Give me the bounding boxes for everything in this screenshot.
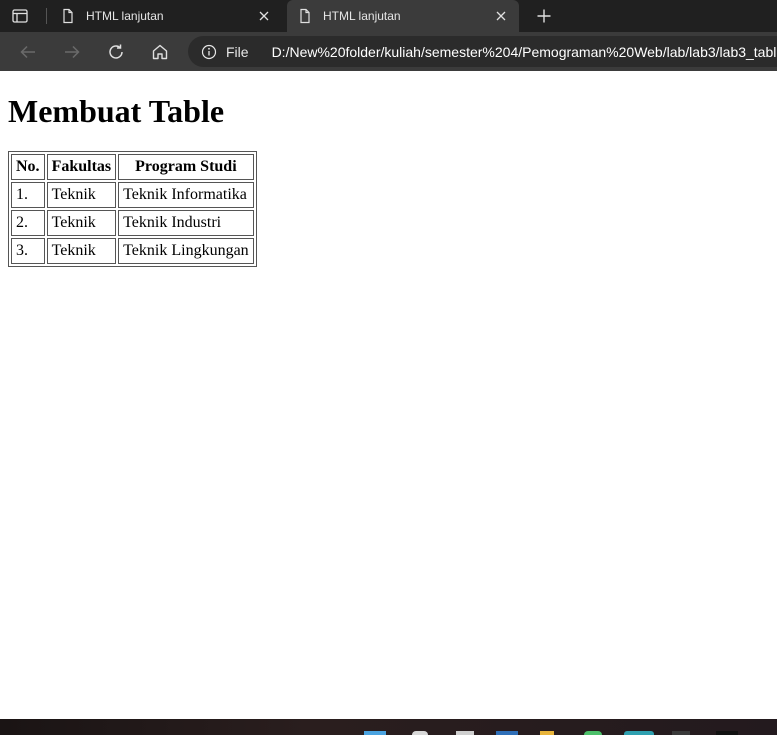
tab-bar: HTML lanjutan HTML lanjutan: [0, 0, 777, 32]
app-icon[interactable]: [716, 731, 738, 735]
table-cell: 3.: [11, 238, 45, 264]
new-tab-icon[interactable]: [534, 6, 554, 26]
table-cell: Teknik: [46, 210, 117, 236]
home-icon[interactable]: [149, 41, 171, 63]
tab-html-lanjutan-1[interactable]: HTML lanjutan: [50, 0, 282, 32]
table-header-cell: No.: [11, 154, 45, 180]
close-icon[interactable]: [256, 8, 272, 24]
back-icon[interactable]: [17, 41, 39, 63]
tab-html-lanjutan-2[interactable]: HTML lanjutan: [287, 0, 519, 32]
tab-title: HTML lanjutan: [323, 9, 401, 23]
table-header-cell: Program Studi: [118, 154, 254, 180]
refresh-icon[interactable]: [105, 41, 127, 63]
close-icon[interactable]: [493, 8, 509, 24]
tab-divider: [46, 8, 47, 24]
info-icon[interactable]: [201, 44, 217, 60]
forward-icon[interactable]: [61, 41, 83, 63]
table-header-cell: Fakultas: [46, 154, 117, 180]
browser-app-icon[interactable]: [584, 731, 602, 735]
table-row: 2. Teknik Teknik Industri: [11, 210, 254, 236]
table-cell: Teknik: [46, 182, 117, 208]
table-cell: Teknik Lingkungan: [118, 238, 254, 264]
edge-icon[interactable]: [624, 731, 654, 735]
task-view-icon[interactable]: [456, 731, 474, 735]
app-icon[interactable]: [672, 731, 690, 735]
page-icon: [60, 8, 76, 24]
page-content: Membuat Table No. Fakultas Program Studi…: [0, 71, 777, 719]
table-cell: Teknik: [46, 238, 117, 264]
browser-window: HTML lanjutan HTML lanjutan File D:/New%…: [0, 0, 777, 735]
table-cell: Teknik Industri: [118, 210, 254, 236]
search-icon[interactable]: [412, 731, 428, 735]
table-cell: Teknik Informatika: [118, 182, 254, 208]
table-row: 3. Teknik Teknik Lingkungan: [11, 238, 254, 264]
tab-title: HTML lanjutan: [86, 9, 164, 23]
page-icon: [297, 8, 313, 24]
file-explorer-icon[interactable]: [540, 731, 554, 735]
table-row: 1. Teknik Teknik Informatika: [11, 182, 254, 208]
app-icon[interactable]: [496, 731, 518, 735]
url-text[interactable]: D:/New%20folder/kuliah/semester%204/Pemo…: [272, 44, 777, 60]
scheme-label: File: [226, 43, 249, 60]
table-header-row: No. Fakultas Program Studi: [11, 154, 254, 180]
address-bar[interactable]: File D:/New%20folder/kuliah/semester%204…: [188, 36, 777, 67]
tab-actions-icon[interactable]: [10, 6, 30, 26]
table-cell: 2.: [11, 210, 45, 236]
page-title: Membuat Table: [8, 93, 225, 129]
os-taskbar: [0, 719, 777, 735]
data-table: No. Fakultas Program Studi 1. Teknik Tek…: [8, 151, 257, 267]
start-icon[interactable]: [364, 731, 386, 735]
navigation-toolbar: File D:/New%20folder/kuliah/semester%204…: [0, 32, 777, 71]
table-cell: 1.: [11, 182, 45, 208]
